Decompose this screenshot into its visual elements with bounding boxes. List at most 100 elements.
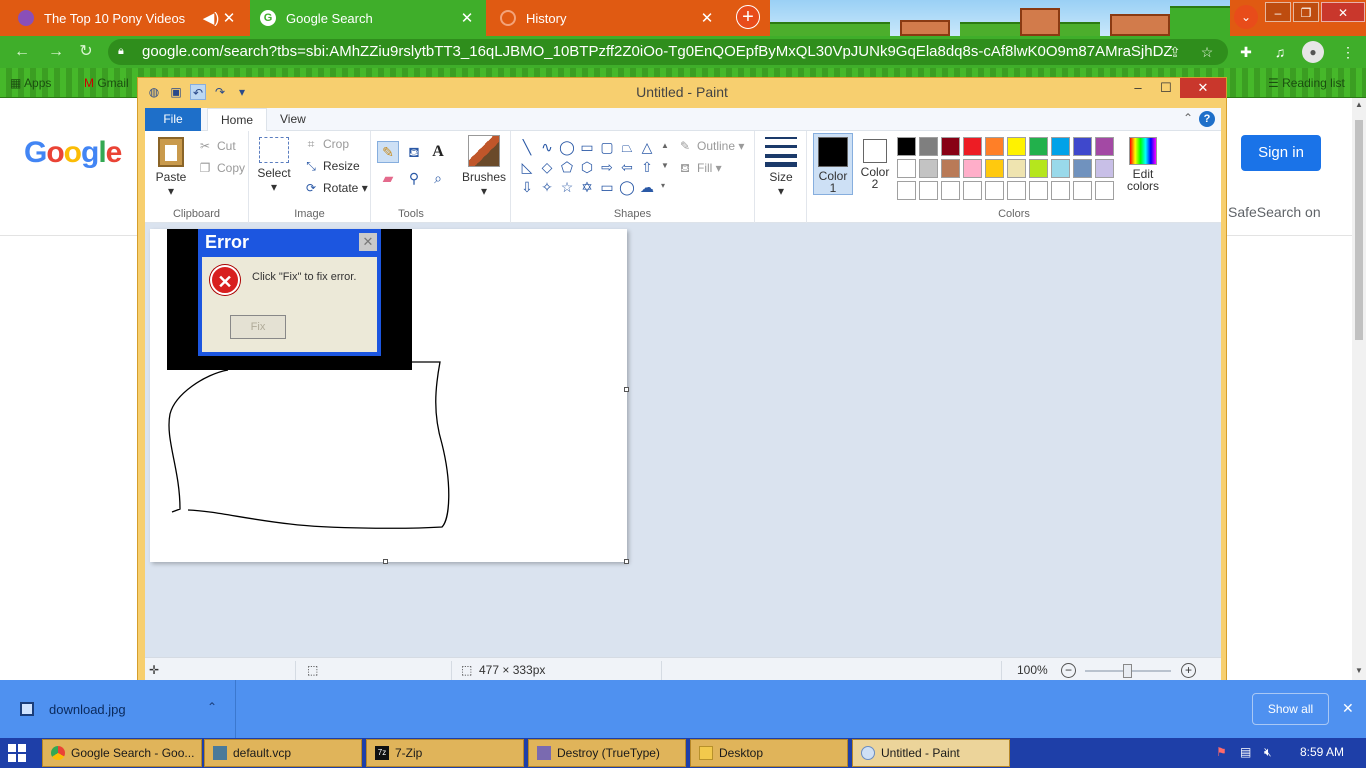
palette-swatch[interactable] [1095,137,1114,156]
six-point-star-shape-icon[interactable]: ✡ [577,177,597,197]
palette-swatch[interactable] [1073,159,1092,178]
four-point-star-shape-icon[interactable]: ✧ [537,177,557,197]
select-button[interactable]: Select ▾ [253,137,295,194]
tab-file[interactable]: File [145,108,201,131]
bookmark-apps[interactable]: ▦ Apps [10,76,51,90]
close-tab-icon[interactable]: ✕ [698,9,716,27]
close-icon[interactable]: ✕ [1342,700,1354,717]
left-arrow-shape-icon[interactable]: ⇦ [617,157,637,177]
taskbar-item-font[interactable]: Destroy (TrueType) [528,739,686,767]
palette-swatch[interactable] [1051,159,1070,178]
tab-pony-videos[interactable]: The Top 10 Pony Videos ◀) ✕ [8,0,248,36]
right-triangle-shape-icon[interactable]: ◺ [517,157,537,177]
tab-home[interactable]: Home [207,108,268,132]
close-tab-icon[interactable]: ✕ [220,9,238,27]
palette-swatch[interactable] [963,159,982,178]
eraser-icon[interactable]: ▰ [377,167,399,189]
windows-start-icon[interactable] [8,744,26,762]
size-button[interactable]: Size ▾ [761,137,801,198]
restore-icon[interactable]: ❐ [1293,2,1319,22]
palette-swatch[interactable] [985,181,1004,200]
scroll-down-icon[interactable]: ▼ [661,161,669,170]
color-picker-icon[interactable]: ⚲ [403,167,425,189]
profile-avatar[interactable]: ● [1302,41,1324,63]
scroll-up-icon[interactable]: ▲ [661,141,669,150]
lock-icon[interactable]: 🔒︎ [118,44,132,58]
tab-view[interactable]: View [267,108,319,131]
color1-button[interactable]: Color 1 [813,133,853,195]
notification-flag-icon[interactable]: ⚑ [1216,745,1227,759]
palette-swatch[interactable] [941,137,960,156]
taskbar-item-vcp[interactable]: default.vcp [204,739,362,767]
color2-button[interactable]: Color 2 [855,133,895,195]
palette-swatch[interactable] [1095,159,1114,178]
palette-swatch[interactable] [1007,159,1026,178]
palette-swatch[interactable] [897,159,916,178]
palette-swatch[interactable] [919,159,938,178]
taskbar-item-paint[interactable]: Untitled - Paint [852,739,1010,767]
google-logo[interactable]: Google [24,136,122,170]
copy-button[interactable]: ❐ Copy [197,161,245,175]
fill-button[interactable]: ⛾ Fill ▾ [677,161,722,177]
scroll-down-icon[interactable]: ▼ [1352,666,1366,678]
pentagon-shape-icon[interactable]: ⬠ [557,157,577,177]
bookmark-star-icon[interactable]: ☆ [1198,43,1216,61]
five-point-star-shape-icon[interactable]: ☆ [557,177,577,197]
drawing-canvas[interactable]: Error ✕ ✕ Click "Fix" to fix error. Fix [150,229,627,562]
palette-swatch[interactable] [919,181,938,200]
resize-handle-right[interactable] [624,387,629,392]
tab-google-search[interactable]: G Google Search ✕ [250,0,486,36]
minimize-icon[interactable]: – [1124,78,1152,98]
page-scrollbar[interactable]: ▲ ▼ [1352,98,1366,680]
brushes-button[interactable]: Brushes ▾ [459,135,509,198]
hexagon-shape-icon[interactable]: ⬡ [577,157,597,177]
callout-rect-shape-icon[interactable]: ▭ [597,177,617,197]
outline-button[interactable]: ✎ Outline ▾ [677,139,744,153]
cut-button[interactable]: ✂ Cut [197,139,236,153]
zoom-out-icon[interactable]: − [1061,663,1076,678]
share-icon[interactable]: ⇪ [1166,43,1184,61]
diamond-shape-icon[interactable]: ◇ [537,157,557,177]
scroll-up-icon[interactable]: ▲ [1352,100,1366,112]
rotate-button[interactable]: ⟳ Rotate ▾ [303,181,368,195]
callout-cloud-shape-icon[interactable]: ☁ [637,177,657,197]
extensions-icon[interactable]: ✚ [1236,42,1256,62]
zoom-in-icon[interactable]: + [1181,663,1196,678]
palette-swatch[interactable] [919,137,938,156]
chevron-down-icon[interactable]: ⌄ [1234,5,1258,29]
up-arrow-shape-icon[interactable]: ⇧ [637,157,657,177]
taskbar-item-7zip[interactable]: 7z 7-Zip [366,739,524,767]
taskbar-item-desktop[interactable]: Desktop [690,739,848,767]
new-tab-button[interactable]: + [736,5,760,29]
resize-handle-bottom[interactable] [383,559,388,564]
down-arrow-shape-icon[interactable]: ⇩ [517,177,537,197]
fill-bucket-icon[interactable]: ⛾ [403,141,425,163]
line-shape-icon[interactable]: ╲ [517,137,537,157]
palette-swatch[interactable] [1007,137,1026,156]
forward-icon[interactable]: → [46,42,66,62]
palette-swatch[interactable] [1029,137,1048,156]
clock[interactable]: 8:59 AM [1300,745,1344,759]
address-bar[interactable]: 🔒︎ google.com/search?tbs=sbi:AMhZZiu9rsl… [108,39,1228,65]
resize-button[interactable]: ⤡ Resize [303,159,360,174]
polygon-shape-icon[interactable]: ⏢ [617,137,637,157]
palette-swatch[interactable] [985,159,1004,178]
magnifier-icon[interactable]: ⌕ [427,167,449,189]
pencil-icon[interactable]: ✎ [377,141,399,163]
palette-swatch[interactable] [1073,137,1092,156]
triangle-shape-icon[interactable]: △ [637,137,657,157]
expand-gallery-icon[interactable]: ▾ [661,181,665,190]
close-icon[interactable]: ✕ [1180,78,1226,98]
palette-swatch[interactable] [1051,137,1070,156]
close-tab-icon[interactable]: ✕ [458,9,476,27]
oval-shape-icon[interactable]: ◯ [557,137,577,157]
resize-handle-corner[interactable] [624,559,629,564]
bookmark-gmail[interactable]: M Gmail [84,76,129,90]
palette-swatch[interactable] [941,181,960,200]
palette-swatch[interactable] [1029,181,1048,200]
paint-title-bar[interactable]: ◍ ▣ ↶ ↷ ▾ Untitled - Paint – ☐ ✕ [138,78,1226,106]
sign-in-button[interactable]: Sign in [1241,135,1321,171]
canvas-area[interactable]: Error ✕ ✕ Click "Fix" to fix error. Fix [145,223,1221,657]
paste-button[interactable]: Paste ▾ [151,137,191,198]
palette-swatch[interactable] [985,137,1004,156]
